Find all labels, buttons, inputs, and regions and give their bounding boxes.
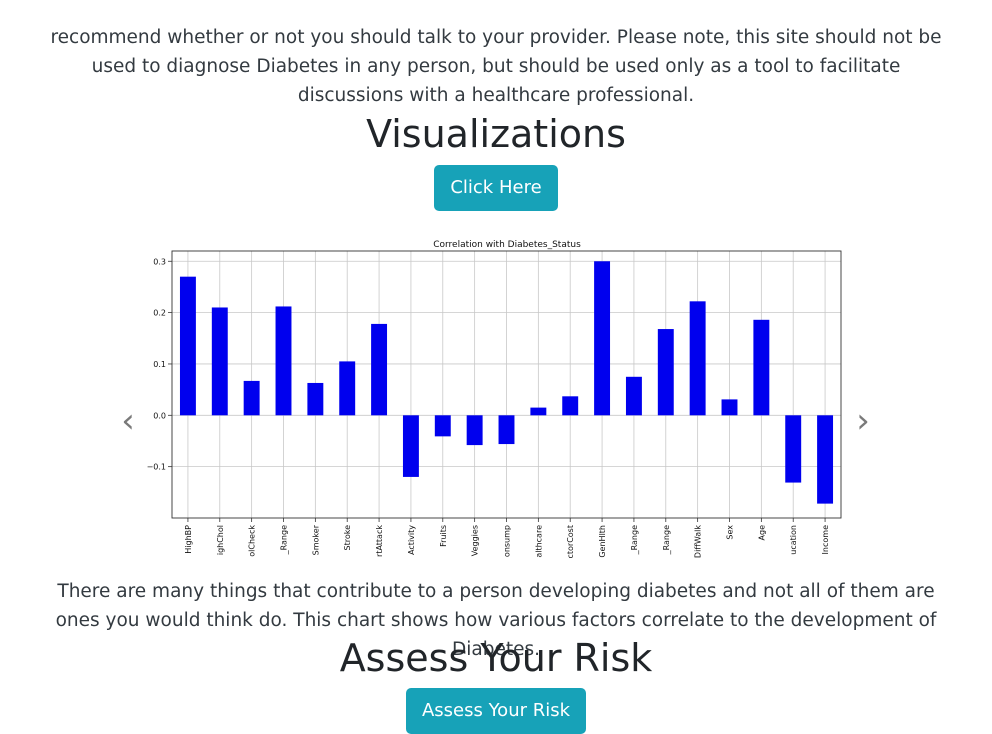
chevron-right-icon[interactable]: › [849, 404, 877, 438]
bar-20 [817, 415, 834, 504]
bar-19 [785, 415, 802, 483]
correlation-chart: Correlation with Diabetes_Status 0.3 0.2 0… [147, 240, 842, 558]
y-tick-label: 0.0 [153, 411, 166, 420]
x-tick-label: Income [821, 525, 830, 555]
intro-paragraph: recommend whether or not you should talk… [50, 26, 942, 106]
bar-3 [275, 306, 292, 416]
x-tick-label: althcare [534, 525, 543, 558]
x-tick-label: _Range [662, 525, 671, 555]
x-tick-label: HighBP [184, 525, 193, 554]
bar-13 [594, 261, 611, 416]
x-tick-label: Smoker [311, 524, 320, 555]
assess-button-wrap: Assess Your Risk [0, 688, 992, 734]
bar-16 [689, 301, 706, 416]
y-tick-label: 0.2 [153, 309, 166, 318]
bar-18 [753, 319, 770, 416]
bar-0 [179, 276, 196, 416]
x-tick-label: Fruits [439, 525, 448, 547]
bar-5 [339, 361, 356, 416]
assess-risk-heading: Assess Your Risk [339, 636, 653, 680]
assess-your-risk-button[interactable]: Assess Your Risk [405, 688, 587, 734]
bar-17 [721, 399, 738, 416]
x-tick-label: Veggies [471, 525, 480, 556]
y-tick-label: −0.1 [147, 463, 166, 472]
bar-9 [466, 415, 483, 446]
bar-10 [498, 415, 515, 445]
bar-6 [371, 323, 388, 416]
x-tick-label: onsump [503, 525, 512, 557]
x-tick-label: ctorCost [566, 525, 575, 558]
bar-8 [434, 415, 451, 437]
bar-15 [657, 329, 674, 416]
x-tick-label: olCheck [248, 525, 257, 557]
x-tick-label: GenHlth [598, 525, 607, 558]
chart-title: Correlation with Diabetes_Status [433, 240, 581, 250]
bar-7 [402, 415, 419, 477]
bar-11 [530, 407, 547, 416]
chart-carousel: Correlation with Diabetes_Status 0.3 0.2 0… [110, 230, 882, 558]
visualizations-button-wrap: Click Here [0, 165, 992, 211]
chart-grid [172, 251, 841, 518]
bar-12 [562, 396, 579, 416]
x-tick-label: _Range [630, 525, 639, 555]
bar-14 [625, 376, 642, 416]
x-tick-label: _Range [280, 525, 289, 555]
visualizations-heading: Visualizations [366, 112, 626, 156]
y-tick-label: 0.1 [153, 360, 166, 369]
bar-1 [211, 307, 228, 416]
y-tick-label: 0.3 [153, 257, 166, 266]
x-tick-label: Stroke [343, 525, 352, 551]
x-tick-label: ucation [789, 525, 798, 555]
x-tick-label: Activity [407, 525, 416, 555]
chevron-left-icon[interactable]: ‹ [114, 404, 142, 438]
x-tick-label: Sex [726, 525, 735, 540]
bar-4 [307, 382, 324, 416]
bar-2 [243, 380, 260, 416]
x-tick-label: DiffWalk [694, 525, 703, 558]
x-tick-label: rtAttack [375, 525, 384, 557]
x-tick-label: Age [757, 525, 766, 541]
x-tick-label: ighChol [216, 525, 225, 555]
click-here-button[interactable]: Click Here [434, 165, 558, 211]
